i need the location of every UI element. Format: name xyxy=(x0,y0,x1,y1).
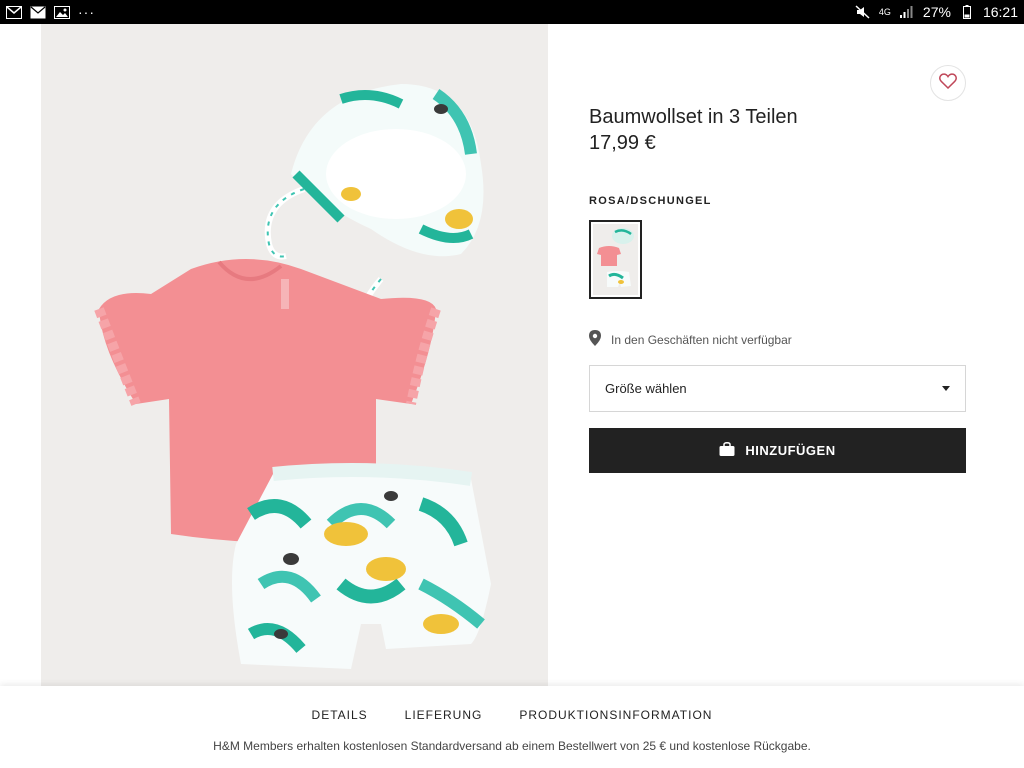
product-illustration xyxy=(41,24,548,686)
image-icon xyxy=(54,5,70,19)
status-bar-right: 4G 27% 16:21 xyxy=(855,4,1018,20)
mail-icon xyxy=(30,5,46,19)
color-swatch[interactable] xyxy=(589,220,642,299)
bottom-info-panel: DETAILS LIEFERUNG PRODUKTIONSINFORMATION… xyxy=(0,686,1024,768)
status-bar-left: ··· xyxy=(6,4,95,20)
signal-icon xyxy=(899,5,915,19)
shopping-bag-icon xyxy=(719,442,735,459)
battery-icon xyxy=(959,5,975,19)
product-price: 17,99 € xyxy=(589,132,656,154)
color-name: ROSA/DSCHUNGEL xyxy=(589,195,712,207)
size-select-label: Größe wählen xyxy=(605,381,687,396)
add-button-label: HINZUFÜGEN xyxy=(745,443,836,458)
heart-icon xyxy=(939,72,957,94)
swatch-thumbnail xyxy=(593,224,638,295)
tab-delivery[interactable]: LIEFERUNG xyxy=(405,708,483,722)
wishlist-button[interactable] xyxy=(930,65,966,101)
battery-percent: 27% xyxy=(922,4,951,20)
store-availability: In den Geschäften nicht verfügbar xyxy=(589,330,792,349)
mute-icon xyxy=(855,5,871,19)
product-image[interactable] xyxy=(41,24,548,686)
overflow-dots: ··· xyxy=(78,4,95,20)
add-to-bag-button[interactable]: HINZUFÜGEN xyxy=(589,428,966,473)
size-select[interactable]: Größe wählen xyxy=(589,365,966,412)
status-bar: ··· 4G 27% 16:21 xyxy=(0,0,1024,24)
location-pin-icon xyxy=(589,330,601,349)
clock: 16:21 xyxy=(982,4,1018,20)
gmail-icon xyxy=(6,5,22,19)
product-title: Baumwollset in 3 Teilen xyxy=(589,106,798,128)
info-tabs: DETAILS LIEFERUNG PRODUKTIONSINFORMATION xyxy=(0,708,1024,722)
tab-details[interactable]: DETAILS xyxy=(312,708,368,722)
network-label: 4G xyxy=(878,7,891,17)
caret-down-icon xyxy=(942,386,950,391)
members-note: H&M Members erhalten kostenlosen Standar… xyxy=(213,739,811,753)
availability-text: In den Geschäften nicht verfügbar xyxy=(611,332,792,347)
tab-production-info[interactable]: PRODUKTIONSINFORMATION xyxy=(519,708,712,722)
